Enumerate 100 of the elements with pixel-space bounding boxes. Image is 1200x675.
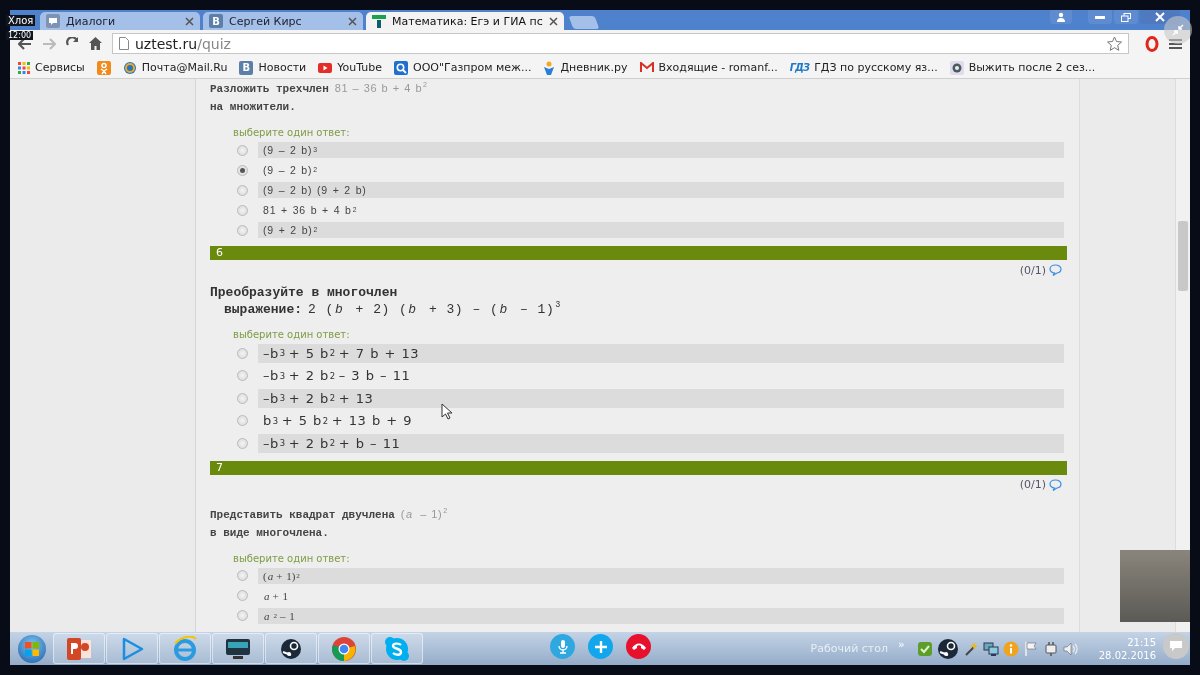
menu-icon[interactable]: [1169, 37, 1182, 50]
clock-time: 21:15: [1127, 635, 1156, 649]
network-icon: [982, 640, 999, 657]
answer-option[interactable]: 81 + 36 b + 4 b$^{2}$: [258, 202, 1064, 218]
bookmark-item[interactable]: Входящие - romanf...: [639, 61, 778, 74]
apps-grid-icon: [18, 61, 30, 74]
monitor-icon: [225, 636, 251, 661]
close-icon[interactable]: [348, 16, 357, 26]
radio-button[interactable]: [237, 570, 248, 581]
radio-button[interactable]: [237, 347, 248, 359]
wheel-icon: [331, 635, 357, 662]
globe-icon: [172, 635, 198, 662]
radio-button[interactable]: [237, 392, 248, 404]
home-icon: [89, 37, 102, 50]
site-logo-icon: [372, 14, 386, 28]
user-button[interactable]: [1050, 10, 1072, 24]
user-icon: [1056, 12, 1066, 22]
person-figure-icon: [96, 60, 111, 75]
radio-button[interactable]: [237, 437, 248, 449]
collapse-button[interactable]: [1164, 16, 1192, 44]
restore-icon: [1121, 12, 1131, 22]
figure-icon: [543, 60, 556, 75]
question-text: в виде многочлена.: [210, 525, 330, 541]
volume-icon: [1062, 640, 1079, 657]
answer-option[interactable]: (9 – 2 b) (9 + 2 b): [258, 182, 1064, 198]
answer-option[interactable]: (9 – 2 b)$^{3}$: [258, 142, 1064, 158]
search-icon: [394, 60, 408, 75]
back-button[interactable]: [18, 37, 32, 50]
bookmark-item[interactable]: Сервисы: [18, 61, 85, 74]
microphone-icon: [556, 639, 569, 654]
forward-button[interactable]: [42, 37, 56, 50]
presentation-app-icon: [66, 636, 92, 661]
play-icon: [120, 636, 144, 661]
caller-name: Хлоя: [6, 15, 36, 26]
radio-button[interactable]: [237, 610, 248, 621]
radio-button[interactable]: [237, 184, 248, 196]
comment-icon[interactable]: [1049, 264, 1062, 276]
radio-button[interactable]: [237, 164, 248, 176]
browser-tab[interactable]: В Сергей Кирс: [203, 12, 363, 30]
bookmark-item[interactable]: YouTube: [318, 61, 382, 74]
close-button[interactable]: [1140, 10, 1180, 24]
home-button[interactable]: [89, 37, 102, 50]
page-icon: [119, 37, 129, 50]
answer-option[interactable]: (9 – 2 b)$^{2}$: [258, 162, 1064, 178]
cloud-icon: [384, 635, 410, 662]
question-text: на множители.: [210, 100, 297, 115]
bookmark-item[interactable]: ГДЗ ГДЗ по русскому яз...: [789, 60, 938, 75]
instruction-text: выберите один ответ:: [233, 329, 351, 340]
clock-date: 28.02.2016: [1098, 648, 1156, 662]
question-text: Представить квадрат двучлена (a – 1)$^{2}$: [210, 505, 449, 523]
radio-button[interactable]: [237, 370, 248, 382]
back-arrow-icon: [18, 37, 32, 50]
radio-button[interactable]: [237, 590, 248, 601]
ring-icon: [122, 60, 137, 75]
emblem-icon: [949, 60, 964, 75]
radio-button[interactable]: [237, 204, 248, 216]
radio-button[interactable]: [237, 224, 248, 236]
check-icon: [916, 640, 933, 657]
plus-icon: [594, 640, 607, 653]
video-placeholder: [1120, 550, 1190, 622]
letter-icon: В: [239, 60, 254, 75]
browser-tab[interactable]: Математика: Егэ и ГИА пс: [366, 12, 564, 30]
restore-button[interactable]: [1114, 10, 1138, 24]
forward-arrow-icon: [42, 37, 56, 50]
bookmark-item[interactable]: Дневник.ру: [543, 60, 628, 75]
instruction-text: выберите один ответ:: [233, 127, 351, 138]
close-icon[interactable]: [548, 16, 558, 26]
comment-icon[interactable]: [1049, 478, 1062, 491]
chat-icon: [46, 14, 60, 28]
browser-tab[interactable]: Диалоги: [40, 12, 200, 30]
flag-icon: [1022, 640, 1039, 657]
taskbar-app-button[interactable]: [265, 633, 317, 664]
info-icon: [1002, 640, 1019, 657]
radio-button[interactable]: [237, 144, 248, 156]
question-number-bar: 7: [210, 460, 1067, 475]
radio-button[interactable]: [237, 415, 248, 427]
new-tab-button[interactable]: [568, 16, 600, 29]
question-text: выражение: 2 (b + 2) (b + 3) – (b – 1)$^{3}$: [223, 301, 562, 318]
play-icon: [318, 62, 333, 73]
score-text: (0/1): [1019, 263, 1046, 277]
question-text: Преобразуйте в многочлен: [210, 284, 399, 301]
ring-icon[interactable]: [1145, 35, 1159, 52]
bookmark-item[interactable]: [96, 60, 111, 75]
plug-icon: [1042, 640, 1059, 657]
bookmark-item[interactable]: В Новости: [239, 60, 307, 75]
bookmark-item[interactable]: Почта@Mail.Ru: [122, 60, 228, 75]
star-icon[interactable]: [1107, 36, 1122, 51]
cursor-icon: [441, 403, 453, 420]
taskbar-app-button[interactable]: [212, 633, 264, 664]
close-icon[interactable]: [185, 16, 194, 26]
address-field[interactable]: uztest.ru/quiz: [112, 33, 1129, 54]
url-text: uztest.ru/quiz: [135, 35, 231, 52]
answer-option[interactable]: a + 1: [258, 587, 1064, 604]
question-number-bar: 6: [210, 246, 1067, 260]
letter-icon: ГДЗ: [789, 60, 810, 75]
valve-circle-icon: [280, 637, 302, 660]
bookmark-item[interactable]: Выжить после 2 сез...: [949, 60, 1096, 75]
bookmark-item[interactable]: ООО"Газпром меж...: [394, 60, 532, 75]
answer-option[interactable]: (9 + 2 b)$^{2}$: [258, 222, 1064, 238]
minimize-button[interactable]: [1088, 10, 1112, 24]
